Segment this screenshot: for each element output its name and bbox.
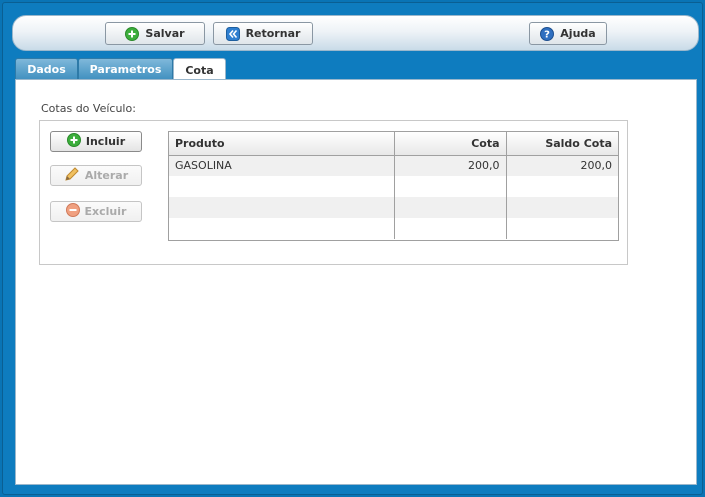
tab-dados[interactable]: Dados (15, 58, 78, 80)
save-button[interactable]: Salvar (105, 22, 205, 45)
edit-label: Alterar (84, 169, 129, 182)
empty-row (169, 176, 618, 197)
quota-table: Produto Cota Saldo Cota GASOLINA 200,0 2… (168, 131, 619, 241)
section-label: Cotas do Veículo: (41, 102, 136, 115)
help-icon: ? (540, 26, 555, 41)
svg-text:?: ? (544, 29, 550, 40)
toolbar: Salvar Retornar ? Ajuda (12, 15, 699, 51)
cell-saldo-cota: 200,0 (506, 155, 618, 176)
include-label: Incluir (85, 135, 126, 148)
delete-button[interactable]: Excluir (50, 201, 142, 222)
pencil-icon (64, 166, 80, 185)
include-button[interactable]: Incluir (50, 131, 142, 152)
tab-cota[interactable]: Cota (173, 58, 226, 81)
return-label: Retornar (245, 27, 301, 40)
help-button[interactable]: ? Ajuda (529, 22, 607, 45)
empty-row (169, 197, 618, 218)
tab-content: Cotas do Veículo: Incluir Alterar Exclui… (15, 79, 697, 485)
tab-cota-label: Cota (185, 63, 214, 77)
tab-dados-label: Dados (27, 63, 66, 76)
plus-circle-icon (66, 133, 81, 150)
double-chevron-left-icon (225, 26, 240, 41)
quota-panel: Incluir Alterar Excluir Produto Cota Sal… (39, 120, 628, 265)
edit-button[interactable]: Alterar (50, 165, 142, 186)
column-header-cota[interactable]: Cota (394, 132, 507, 156)
cell-produto: GASOLINA (169, 155, 395, 176)
column-header-saldo-cota[interactable]: Saldo Cota (506, 132, 618, 156)
tab-parametros[interactable]: Parametros (78, 58, 173, 80)
table-row[interactable]: GASOLINA 200,0 200,0 (169, 155, 618, 176)
empty-row (169, 218, 618, 239)
help-label: Ajuda (560, 27, 596, 40)
tab-parametros-label: Parametros (89, 63, 162, 76)
cell-cota: 200,0 (394, 155, 507, 176)
save-label: Salvar (145, 27, 185, 40)
delete-label: Excluir (84, 205, 127, 218)
return-button[interactable]: Retornar (213, 22, 313, 45)
plus-circle-icon (125, 26, 140, 41)
app-frame: Salvar Retornar ? Ajuda Dados Parametros… (2, 2, 703, 495)
column-header-produto[interactable]: Produto (169, 132, 395, 156)
minus-circle-icon (65, 203, 80, 220)
